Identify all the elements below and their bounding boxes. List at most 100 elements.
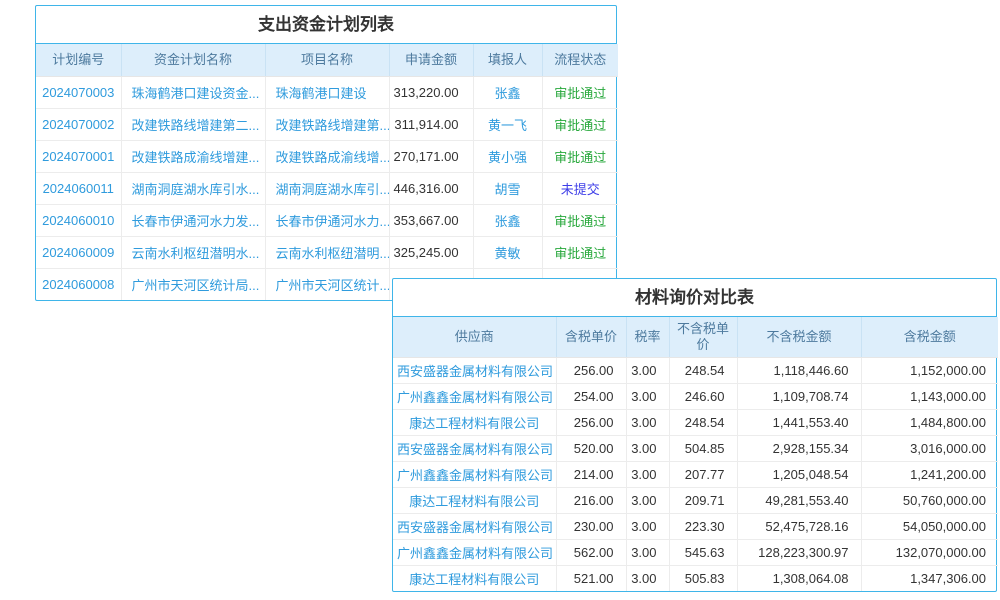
price-with-tax-cell: 230.00 [556,513,626,539]
table-row: 西安盛器金属材料有限公司256.003.00248.541,118,446.60… [393,357,998,383]
price-with-tax-cell: 562.00 [556,539,626,565]
reporter-link[interactable]: 黄小强 [473,140,542,172]
plan-no-link[interactable]: 2024070002 [36,108,121,140]
price-without-tax-cell: 209.71 [669,487,737,513]
amount-without-tax-cell: 52,475,728.16 [737,513,861,539]
fund-plan-name-link[interactable]: 珠海鹤港口建设资金... [121,76,265,108]
status-badge: 审批通过 [542,204,618,236]
column-header-plan-no: 计划编号 [36,44,121,76]
amount-with-tax-cell: 1,241,200.00 [861,461,998,487]
price-without-tax-cell: 248.54 [669,357,737,383]
tax-rate-cell: 3.00 [626,383,669,409]
supplier-link[interactable]: 西安盛器金属材料有限公司 [393,513,556,539]
reporter-link[interactable]: 张鑫 [473,204,542,236]
price-without-tax-cell: 223.30 [669,513,737,539]
amount-with-tax-cell: 54,050,000.00 [861,513,998,539]
price-without-tax-cell: 246.60 [669,383,737,409]
column-header-status: 流程状态 [542,44,618,76]
fund-plan-name-link[interactable]: 改建铁路线增建第二... [121,108,265,140]
amount-cell: 270,171.00 [389,140,473,172]
amount-without-tax-cell: 1,441,553.40 [737,409,861,435]
expense-plan-table-card: 支出资金计划列表 计划编号 资金计划名称 项目名称 申请金额 填报人 流程状态 … [35,5,617,301]
table-row: 2024070001改建铁路成渝线增建...改建铁路成渝线增...270,171… [36,140,618,172]
project-name-link[interactable]: 改建铁路成渝线增... [265,140,389,172]
table-row: 康达工程材料有限公司521.003.00505.831,308,064.081,… [393,565,998,591]
plan-no-link[interactable]: 2024060008 [36,268,121,300]
reporter-link[interactable]: 张鑫 [473,76,542,108]
supplier-link[interactable]: 广州鑫鑫金属材料有限公司 [393,539,556,565]
column-header-price-with-tax: 含税单价 [556,317,626,357]
material-inquiry-header-row: 供应商 含税单价 税率 不含税单价 不含税金额 含税金额 [393,317,998,357]
table-row: 2024070002改建铁路线增建第二...改建铁路线增建第...311,914… [36,108,618,140]
table-row: 2024060009云南水利枢纽潜明水...云南水利枢纽潜明...325,245… [36,236,618,268]
price-without-tax-cell: 545.63 [669,539,737,565]
status-badge: 审批通过 [542,140,618,172]
amount-without-tax-cell: 1,308,064.08 [737,565,861,591]
amount-with-tax-cell: 50,760,000.00 [861,487,998,513]
price-with-tax-cell: 256.00 [556,357,626,383]
fund-plan-name-link[interactable]: 湖南洞庭湖水库引水... [121,172,265,204]
status-badge: 未提交 [542,172,618,204]
column-header-amount-with-tax: 含税金额 [861,317,998,357]
supplier-link[interactable]: 广州鑫鑫金属材料有限公司 [393,461,556,487]
expense-plan-table: 计划编号 资金计划名称 项目名称 申请金额 填报人 流程状态 202407000… [36,44,618,300]
price-without-tax-cell: 248.54 [669,409,737,435]
reporter-link[interactable]: 黄敏 [473,236,542,268]
price-with-tax-cell: 521.00 [556,565,626,591]
amount-with-tax-cell: 132,070,000.00 [861,539,998,565]
project-name-link[interactable]: 湖南洞庭湖水库引... [265,172,389,204]
column-header-project-name: 项目名称 [265,44,389,76]
amount-with-tax-cell: 1,143,000.00 [861,383,998,409]
amount-cell: 446,316.00 [389,172,473,204]
status-badge: 审批通过 [542,236,618,268]
amount-without-tax-cell: 1,109,708.74 [737,383,861,409]
reporter-link[interactable]: 黄一飞 [473,108,542,140]
project-name-link[interactable]: 广州市天河区统计... [265,268,389,300]
plan-no-link[interactable]: 2024070001 [36,140,121,172]
tax-rate-cell: 3.00 [626,435,669,461]
column-header-supplier: 供应商 [393,317,556,357]
project-name-link[interactable]: 长春市伊通河水力... [265,204,389,236]
plan-no-link[interactable]: 2024060010 [36,204,121,236]
supplier-link[interactable]: 康达工程材料有限公司 [393,409,556,435]
table-row: 西安盛器金属材料有限公司520.003.00504.852,928,155.34… [393,435,998,461]
plan-no-link[interactable]: 2024060009 [36,236,121,268]
project-name-link[interactable]: 云南水利枢纽潜明... [265,236,389,268]
column-header-tax-rate: 税率 [626,317,669,357]
supplier-link[interactable]: 广州鑫鑫金属材料有限公司 [393,383,556,409]
fund-plan-name-link[interactable]: 改建铁路成渝线增建... [121,140,265,172]
column-header-price-without-tax: 不含税单价 [669,317,737,357]
amount-without-tax-cell: 1,205,048.54 [737,461,861,487]
fund-plan-name-link[interactable]: 广州市天河区统计局... [121,268,265,300]
expense-plan-table-title: 支出资金计划列表 [36,6,616,44]
price-without-tax-cell: 504.85 [669,435,737,461]
supplier-link[interactable]: 康达工程材料有限公司 [393,487,556,513]
plan-no-link[interactable]: 2024070003 [36,76,121,108]
material-inquiry-table-card: 材料询价对比表 供应商 含税单价 税率 不含税单价 不含税金额 含税金额 西安盛… [392,278,997,592]
amount-cell: 325,245.00 [389,236,473,268]
table-row: 康达工程材料有限公司216.003.00209.7149,281,553.405… [393,487,998,513]
column-header-fund-plan-name: 资金计划名称 [121,44,265,76]
price-without-tax-cell: 505.83 [669,565,737,591]
amount-with-tax-cell: 1,152,000.00 [861,357,998,383]
plan-no-link[interactable]: 2024060011 [36,172,121,204]
supplier-link[interactable]: 康达工程材料有限公司 [393,565,556,591]
price-with-tax-cell: 216.00 [556,487,626,513]
amount-cell: 353,667.00 [389,204,473,236]
amount-without-tax-cell: 1,118,446.60 [737,357,861,383]
supplier-link[interactable]: 西安盛器金属材料有限公司 [393,435,556,461]
tax-rate-cell: 3.00 [626,409,669,435]
fund-plan-name-link[interactable]: 云南水利枢纽潜明水... [121,236,265,268]
table-row: 2024060010长春市伊通河水力发...长春市伊通河水力...353,667… [36,204,618,236]
material-inquiry-table: 供应商 含税单价 税率 不含税单价 不含税金额 含税金额 西安盛器金属材料有限公… [393,317,998,591]
tax-rate-cell: 3.00 [626,357,669,383]
fund-plan-name-link[interactable]: 长春市伊通河水力发... [121,204,265,236]
amount-without-tax-cell: 49,281,553.40 [737,487,861,513]
project-name-link[interactable]: 改建铁路线增建第... [265,108,389,140]
expense-plan-header-row: 计划编号 资金计划名称 项目名称 申请金额 填报人 流程状态 [36,44,618,76]
amount-with-tax-cell: 3,016,000.00 [861,435,998,461]
reporter-link[interactable]: 胡雪 [473,172,542,204]
price-with-tax-cell: 256.00 [556,409,626,435]
supplier-link[interactable]: 西安盛器金属材料有限公司 [393,357,556,383]
project-name-link[interactable]: 珠海鹤港口建设 [265,76,389,108]
